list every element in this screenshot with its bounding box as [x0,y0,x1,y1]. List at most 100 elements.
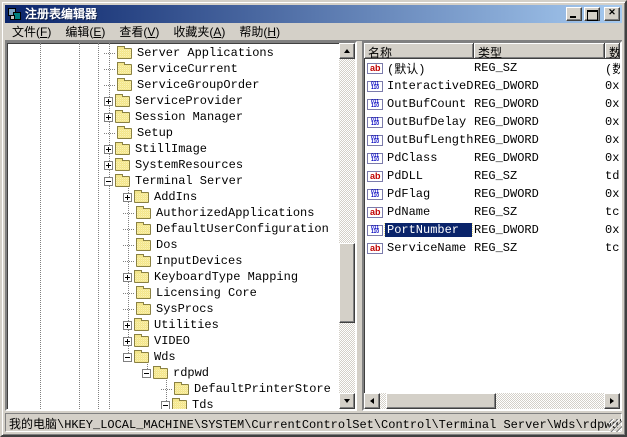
resize-grip-icon[interactable] [609,419,622,432]
expand-plus-box-icon[interactable] [104,97,113,106]
value-type-cell: REG_DWORD [474,223,605,237]
tree-item-label: Session Manager [133,110,245,124]
tree-item-addins[interactable]: AddIns [7,189,199,205]
folder-icon [136,304,151,315]
tree-item-terminal-server[interactable]: Terminal Server [7,173,245,189]
value-type-cell: REG_SZ [474,205,605,219]
value-name-cell: PdDLL [364,169,474,183]
tree-item-label: SystemResources [133,158,245,172]
tree-item-setup[interactable]: Setup [7,125,175,141]
column-header-[interactable]: 名称 [364,43,474,59]
tree-item-licensing-core[interactable]: Licensing Core [7,285,259,301]
tree-item-servicecurrent[interactable]: ServiceCurrent [7,61,240,77]
collapse-minus-box-icon[interactable] [123,353,132,362]
value-row-pdname[interactable]: PdNameREG_SZtc [364,203,620,221]
scroll-down-button[interactable] [339,393,355,409]
collapse-minus-box-icon[interactable] [161,401,170,410]
value-name-cell: InteractiveDelay [364,79,474,93]
string-value-icon [367,171,383,182]
tree-item-video[interactable]: VIDEO [7,333,192,349]
value-row-pddll[interactable]: PdDLLREG_SZtd [364,167,620,185]
folder-icon [134,352,149,363]
value-name-label: OutBufCount [385,97,468,111]
registry-tree-pane: Server ApplicationsServiceCurrentService… [5,41,357,411]
expand-plus-box-icon[interactable] [104,145,113,154]
expand-plus-box-icon[interactable] [123,337,132,346]
folder-icon [174,384,189,395]
value-name-label: (默认) [385,60,427,77]
expand-plus-box-icon[interactable] [104,161,113,170]
scroll-right-button[interactable] [604,393,620,409]
tree-connector-line [123,293,134,294]
values-list: (默认)REG_SZ(数InteractiveDelayREG_DWORD0xO… [364,59,620,393]
folder-icon [115,144,130,155]
tree-item-defaultuserconfiguration[interactable]: DefaultUserConfiguration [7,221,331,237]
tree-item-serviceprovider[interactable]: ServiceProvider [7,93,245,109]
tree-vertical-scrollbar[interactable] [339,43,355,409]
maximize-button[interactable] [584,7,600,21]
tree-item-authorizedapplications[interactable]: AuthorizedApplications [7,205,316,221]
tree-item-label: ServiceGroupOrder [135,78,261,92]
tree-connector-line [161,389,172,390]
tree-item-keyboardtype-mapping[interactable]: KeyboardType Mapping [7,269,300,285]
value-row-[interactable]: (默认)REG_SZ(数 [364,59,620,77]
menu-item-a[interactable]: 收藏夹(A) [166,22,232,41]
value-row-servicename[interactable]: ServiceNameREG_SZtc [364,239,620,257]
collapse-minus-box-icon[interactable] [142,369,151,378]
tree-item-utilities[interactable]: Utilities [7,317,221,333]
value-row-interactivedelay[interactable]: InteractiveDelayREG_DWORD0x [364,77,620,95]
expand-plus-box-icon[interactable] [123,193,132,202]
tree-item-inputdevices[interactable]: InputDevices [7,253,244,269]
tree-item-tds[interactable]: Tds [7,397,216,409]
tree-item-wds[interactable]: Wds [7,349,178,365]
value-row-outbufcount[interactable]: OutBufCountREG_DWORD0x [364,95,620,113]
collapse-minus-box-icon[interactable] [104,177,113,186]
tree-item-defaultprinterstore[interactable]: DefaultPrinterStore [7,381,333,397]
tree-item-session-manager[interactable]: Session Manager [7,109,245,125]
value-data-cell: td [605,169,620,183]
tree-item-label: Terminal Server [133,174,245,188]
value-row-pdclass[interactable]: PdClassREG_DWORD0x [364,149,620,167]
value-name-cell: OutBufDelay [364,115,474,129]
value-data-cell: 0x [605,187,620,201]
value-type-cell: REG_SZ [474,169,605,183]
tree-item-systemresources[interactable]: SystemResources [7,157,245,173]
values-list-pane: 名称类型数据 (默认)REG_SZ(数InteractiveDelayREG_D… [362,41,622,411]
menu-item-f[interactable]: 文件(F) [5,22,58,41]
value-row-outbuflength[interactable]: OutBufLengthREG_DWORD0x [364,131,620,149]
value-row-outbufdelay[interactable]: OutBufDelayREG_DWORD0x [364,113,620,131]
main-content: Server ApplicationsServiceCurrentService… [5,41,622,411]
value-type-cell: REG_SZ [474,241,605,255]
tree-item-label: KeyboardType Mapping [152,270,300,284]
scroll-up-button[interactable] [339,43,355,59]
value-row-portnumber[interactable]: PortNumberREG_DWORD0x [364,221,620,239]
tree-item-server-applications[interactable]: Server Applications [7,45,276,61]
tree-item-sysprocs[interactable]: SysProcs [7,301,216,317]
dword-value-icon [367,81,383,92]
value-name-label: ServiceName [385,241,468,255]
value-row-pdflag[interactable]: PdFlagREG_DWORD0x [364,185,620,203]
tree-scrollbar-thumb[interactable] [339,243,355,323]
menu-item-h[interactable]: 帮助(H) [232,22,287,41]
column-header-[interactable]: 类型 [474,43,605,59]
tree-item-dos[interactable]: Dos [7,237,180,253]
expand-plus-box-icon[interactable] [123,321,132,330]
value-name-cell: OutBufLength [364,133,474,147]
tree-item-rdpwd[interactable]: rdpwd [7,365,211,381]
scroll-left-button[interactable] [364,393,380,409]
tree-item-stillimage[interactable]: StillImage [7,141,209,157]
tree-connector-line [123,261,134,262]
tree-item-servicegrouporder[interactable]: ServiceGroupOrder [7,77,261,93]
close-button[interactable] [604,7,620,21]
expand-plus-box-icon[interactable] [123,273,132,282]
tree-connector-line [104,69,115,70]
tree-item-label: Wds [152,350,178,364]
menu-item-e[interactable]: 编辑(E) [58,22,112,41]
minimize-button[interactable] [566,7,582,21]
expand-plus-box-icon[interactable] [104,113,113,122]
tree-item-label: DefaultUserConfiguration [154,222,331,236]
list-horizontal-scrollbar[interactable] [364,393,620,409]
list-scrollbar-thumb[interactable] [386,393,496,409]
menu-item-v[interactable]: 查看(V) [112,22,166,41]
column-header-[interactable]: 数据 [605,43,620,59]
